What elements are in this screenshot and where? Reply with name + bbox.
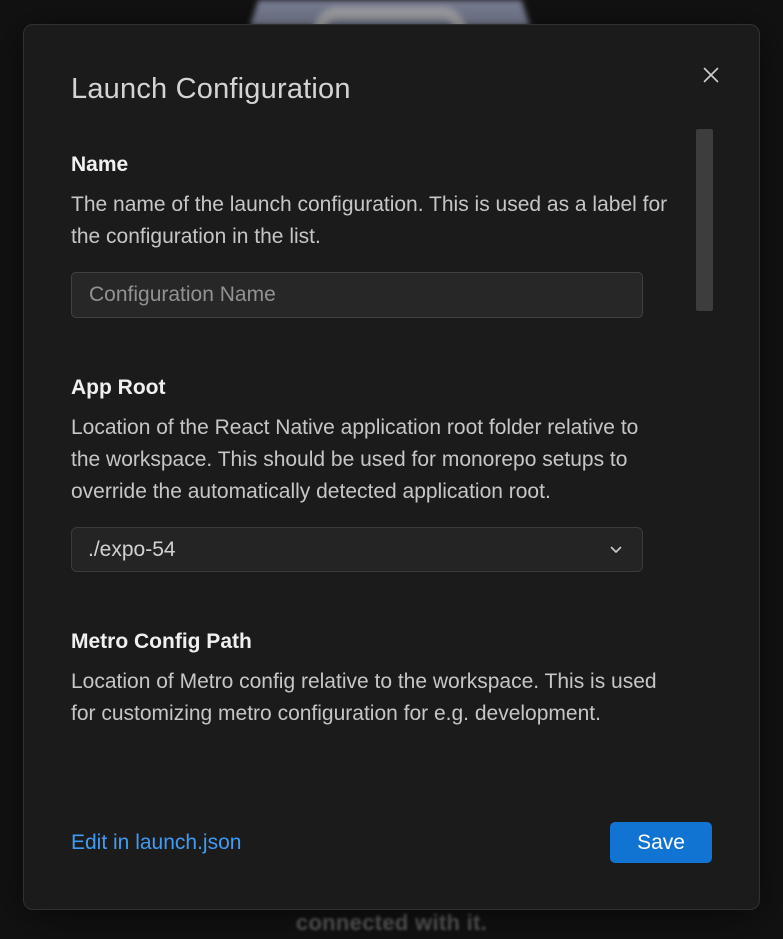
edit-in-launch-json-link[interactable]: Edit in launch.json	[71, 831, 241, 855]
background-blurred-text: connected with it.	[0, 910, 783, 936]
blurred-phone-graphic	[250, 0, 530, 26]
app-root-select[interactable]: ./expo-54	[71, 527, 643, 572]
name-section: Name The name of the launch configuratio…	[71, 152, 712, 318]
metro-config-path-description: Location of Metro config relative to the…	[71, 666, 671, 730]
name-description: The name of the launch configuration. Th…	[71, 189, 671, 253]
scrollbar-thumb[interactable]	[696, 129, 713, 311]
app-root-label: App Root	[71, 375, 712, 401]
close-icon	[701, 65, 721, 85]
close-button[interactable]	[697, 61, 725, 89]
dialog-title: Launch Configuration	[71, 73, 712, 106]
chevron-down-icon	[607, 541, 625, 559]
app-root-section: App Root Location of the React Native ap…	[71, 375, 712, 572]
name-label: Name	[71, 152, 712, 178]
save-button[interactable]: Save	[610, 822, 712, 863]
configuration-name-input[interactable]	[71, 272, 643, 318]
app-root-description: Location of the React Native application…	[71, 412, 671, 508]
metro-config-path-section: Metro Config Path Location of Metro conf…	[71, 629, 712, 730]
app-root-selected-value: ./expo-54	[88, 538, 176, 562]
launch-configuration-dialog: Launch Configuration Name The name of th…	[23, 24, 760, 910]
dialog-footer: Edit in launch.json Save	[71, 822, 712, 863]
metro-config-path-label: Metro Config Path	[71, 629, 712, 655]
